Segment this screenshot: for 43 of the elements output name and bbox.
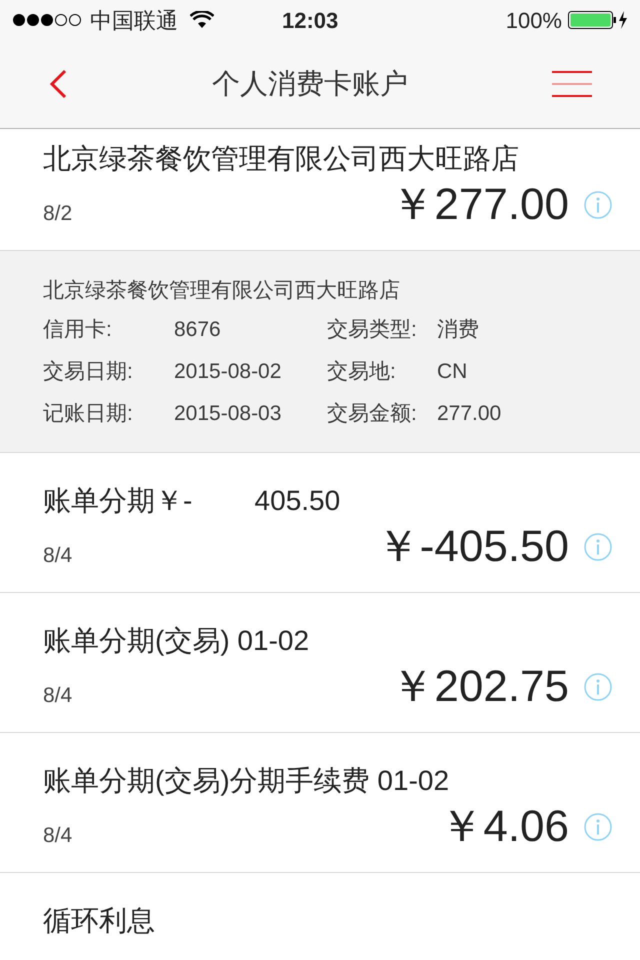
transaction-amount: ￥4.06 <box>439 801 569 853</box>
transaction-title: 账单分期(交易) 01-02 <box>43 624 310 658</box>
field-value: 2015-08-03 <box>174 401 282 427</box>
carrier-name: 中国联通 <box>90 6 178 34</box>
field-label: 信用卡: <box>43 317 113 343</box>
info-icon[interactable] <box>583 812 613 842</box>
transaction-row[interactable]: 账单分期￥- 405.50 8/4 ￥-405.50 <box>0 453 640 593</box>
field-label: 交易日期: <box>43 359 134 385</box>
field-value: 消费 <box>437 317 480 343</box>
transaction-title: 北京绿茶餐饮管理有限公司西大旺路店 <box>43 142 520 176</box>
field-label: 记账日期: <box>43 401 134 427</box>
nav-title: 个人消费卡账户 <box>212 67 408 101</box>
info-icon[interactable] <box>583 190 613 220</box>
transaction-date: 8/4 <box>43 542 72 568</box>
transaction-row[interactable]: 账单分期(交易) 01-02 8/4 ￥202.75 <box>0 593 640 733</box>
transaction-date: 8/4 <box>43 822 72 848</box>
field-label: 交易金额: <box>327 401 418 427</box>
menu-icon[interactable] <box>552 71 592 97</box>
info-icon[interactable] <box>583 532 613 562</box>
wifi-icon <box>190 11 214 29</box>
battery-percent: 100% <box>506 6 562 34</box>
transaction-title: 账单分期(交易)分期手续费 01-02 <box>43 764 450 798</box>
field-label: 交易地: <box>327 359 397 385</box>
field-value: 2015-08-02 <box>174 359 282 385</box>
transaction-row[interactable]: 账单分期(交易)分期手续费 01-02 8/4 ￥4.06 <box>0 733 640 873</box>
info-icon[interactable] <box>583 672 613 702</box>
transaction-row[interactable]: 循环利息 <box>0 873 640 960</box>
signal-icon <box>12 13 82 27</box>
merchant-name: 北京绿茶餐饮管理有限公司西大旺路店 <box>43 278 401 304</box>
field-value: 277.00 <box>437 401 502 427</box>
transaction-amount: ￥277.00 <box>390 179 569 231</box>
battery-icon <box>568 10 628 30</box>
clock-time: 12:03 <box>282 6 338 34</box>
back-icon[interactable] <box>48 68 68 100</box>
transaction-date: 8/4 <box>43 682 72 708</box>
transaction-date: 8/2 <box>43 200 72 226</box>
field-value: CN <box>437 359 468 385</box>
transaction-amount: ￥202.75 <box>390 661 569 713</box>
transaction-title: 循环利息 <box>43 904 156 938</box>
field-label: 交易类型: <box>327 317 418 343</box>
transaction-amount: ￥-405.50 <box>376 521 569 573</box>
field-value: 8676 <box>174 317 222 343</box>
transaction-title: 账单分期￥- 405.50 <box>43 484 342 518</box>
